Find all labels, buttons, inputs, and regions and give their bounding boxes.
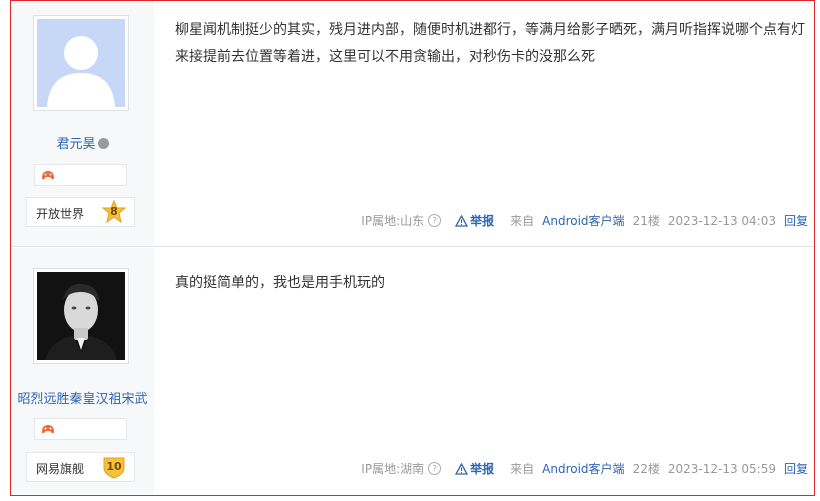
post-content: 真的挺简单的，我也是用手机玩的 [175,275,385,291]
level-number: 10 [106,460,122,473]
post-time: 2023-12-13 04:03 [667,213,776,228]
level-badge-icon: 8 [101,199,127,224]
client-link[interactable]: Android客户端 [542,462,624,476]
level-badge-icon: 10 [101,455,127,479]
floor-number: 22楼 [632,462,660,476]
post-content: 柳星闻机制挺少的其实，残月进内部，随便时机进都行，等满月给影子晒死，满月听指挥说… [175,22,805,65]
medal-box[interactable] [34,418,127,440]
avatar[interactable] [33,268,129,364]
ip-location: IP属地:湖南 [361,462,425,476]
avatar[interactable] [33,15,129,111]
username[interactable]: 昭烈远胜秦皇汉祖宋武 [11,388,154,407]
warning-icon [455,214,469,227]
default-avatar-icon [37,19,125,107]
post-floor-21: 君元昊 开放世界 8 柳星闻机制挺少的其实，残月进内部，随便时机进都行，等满月给… [11,1,814,247]
ip-location: IP属地:山东 [361,214,425,228]
help-icon[interactable]: ? [428,462,442,475]
client-source: 来自 Android客户端 [510,462,625,476]
username[interactable]: 君元昊 [11,133,154,152]
warning-icon [455,462,469,475]
post-time: 2023-12-13 05:59 [667,461,776,476]
thread-posts-container: 君元昊 开放世界 8 柳星闻机制挺少的其实，残月进内部，随便时机进都行，等满月给… [10,0,815,496]
help-icon[interactable]: ? [428,214,442,227]
report-button[interactable]: 举报 [455,460,494,477]
medal-icon [42,171,54,180]
post-meta: IP属地:湖南 ? 举报 来自 Android客户端 22楼 2023-12-13… [353,460,808,477]
level-box[interactable]: 开放世界 8 [26,197,135,227]
user-photo-avatar [37,272,125,360]
level-number: 8 [110,205,118,218]
reply-button[interactable]: 回复 [784,212,808,229]
post-divider [11,246,814,247]
level-name: 网易旗舰 [36,462,85,476]
medal-box[interactable] [34,164,127,186]
author-sidebar: 君元昊 开放世界 8 [11,1,154,247]
reply-button[interactable]: 回复 [784,460,808,477]
client-link[interactable]: Android客户端 [542,214,624,228]
level-box[interactable]: 网易旗舰 10 [26,452,135,482]
author-sidebar: 昭烈远胜秦皇汉祖宋武 网易旗舰 10 [11,248,154,494]
client-source: 来自 Android客户端 [510,214,625,228]
post-meta: IP属地:山东 ? 举报 来自 Android客户端 21楼 2023-12-13… [353,212,808,229]
medal-icon [42,425,54,434]
report-button[interactable]: 举报 [455,212,494,229]
level-name: 开放世界 [36,207,85,221]
vip-icon [97,138,109,149]
floor-number: 21楼 [632,214,660,228]
post-floor-22: 昭烈远胜秦皇汉祖宋武 网易旗舰 10 真的挺简单的，我也是用手机玩的 IP属地:… [11,248,814,494]
